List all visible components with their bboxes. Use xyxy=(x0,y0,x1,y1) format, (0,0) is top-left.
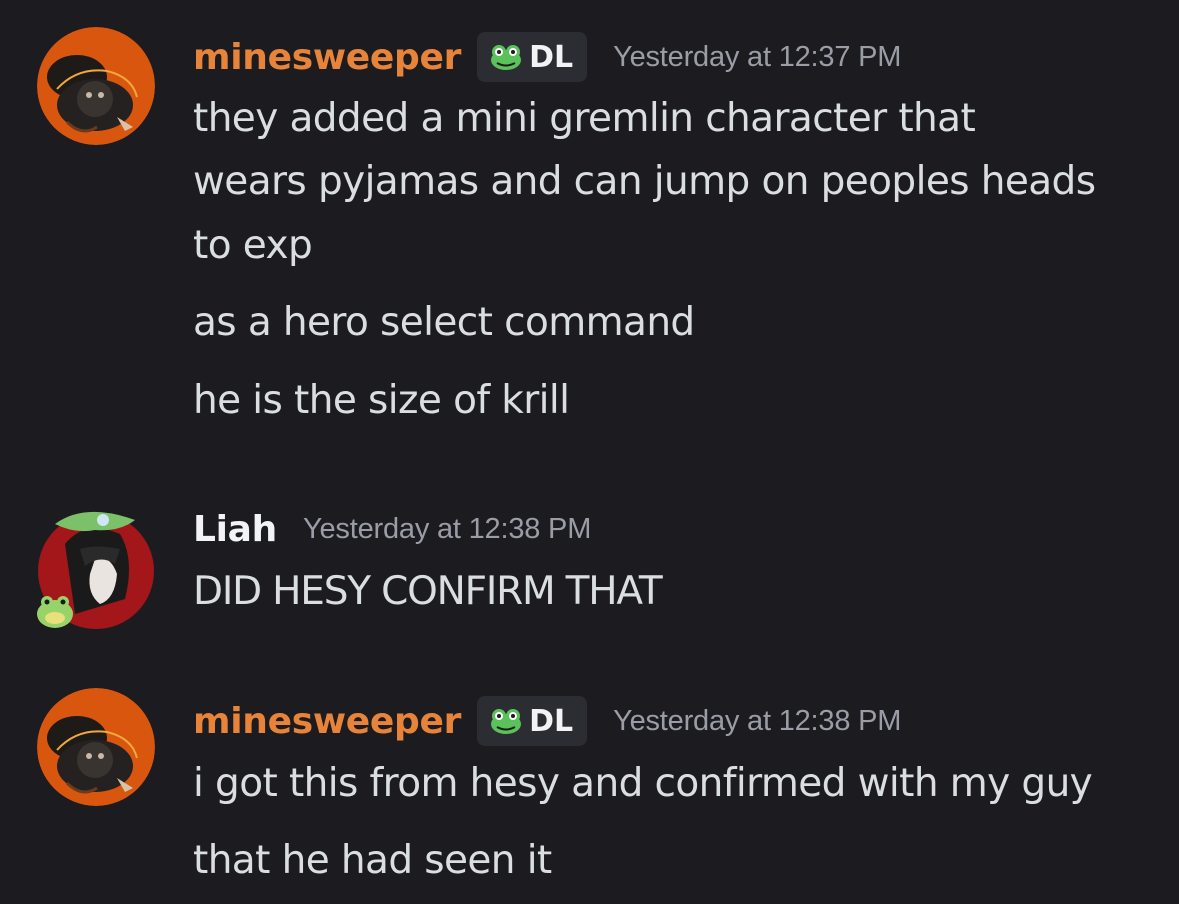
frog-icon xyxy=(491,45,522,70)
timestamp[interactable]: Yesterday at 12:37 PM xyxy=(613,41,901,74)
message-text: he is the size of krill xyxy=(193,378,570,423)
avatar[interactable] xyxy=(37,688,155,806)
server-tag[interactable]: DL xyxy=(477,32,588,82)
avatar-minesweeper-image xyxy=(37,688,155,806)
avatar[interactable] xyxy=(37,27,155,145)
server-tag[interactable]: DL xyxy=(477,696,588,746)
username[interactable]: minesweeper xyxy=(193,37,461,78)
username[interactable]: minesweeper xyxy=(193,701,461,742)
message-header: minesweeper DL Yesterday at 12:37 PM xyxy=(193,27,901,87)
message-text: i got this from hesy and confirmed with … xyxy=(193,761,1093,806)
message-header: Liah Yesterday at 12:38 PM xyxy=(193,499,591,559)
message-text: DID HESY CONFIRM THAT xyxy=(193,569,663,614)
timestamp[interactable]: Yesterday at 12:38 PM xyxy=(303,513,591,546)
timestamp[interactable]: Yesterday at 12:38 PM xyxy=(613,705,901,738)
server-tag-label: DL xyxy=(529,703,574,739)
avatar-minesweeper-image xyxy=(37,27,155,145)
message-text: that he had seen it xyxy=(193,838,552,883)
server-tag-label: DL xyxy=(529,39,574,75)
message-text: they added a mini gremlin character that xyxy=(193,96,976,141)
avatar[interactable] xyxy=(37,511,155,630)
message-text: to exp xyxy=(193,223,313,268)
username[interactable]: Liah xyxy=(193,509,277,550)
frog-icon xyxy=(491,709,522,734)
message-text: wears pyjamas and can jump on peoples he… xyxy=(193,159,1096,204)
message-header: minesweeper DL Yesterday at 12:38 PM xyxy=(193,691,901,751)
avatar-liah-image xyxy=(37,511,154,629)
message-text: as a hero select command xyxy=(193,300,695,345)
chat-message-list: minesweeper DL Yesterday at 12:37 PM the… xyxy=(0,0,1179,904)
